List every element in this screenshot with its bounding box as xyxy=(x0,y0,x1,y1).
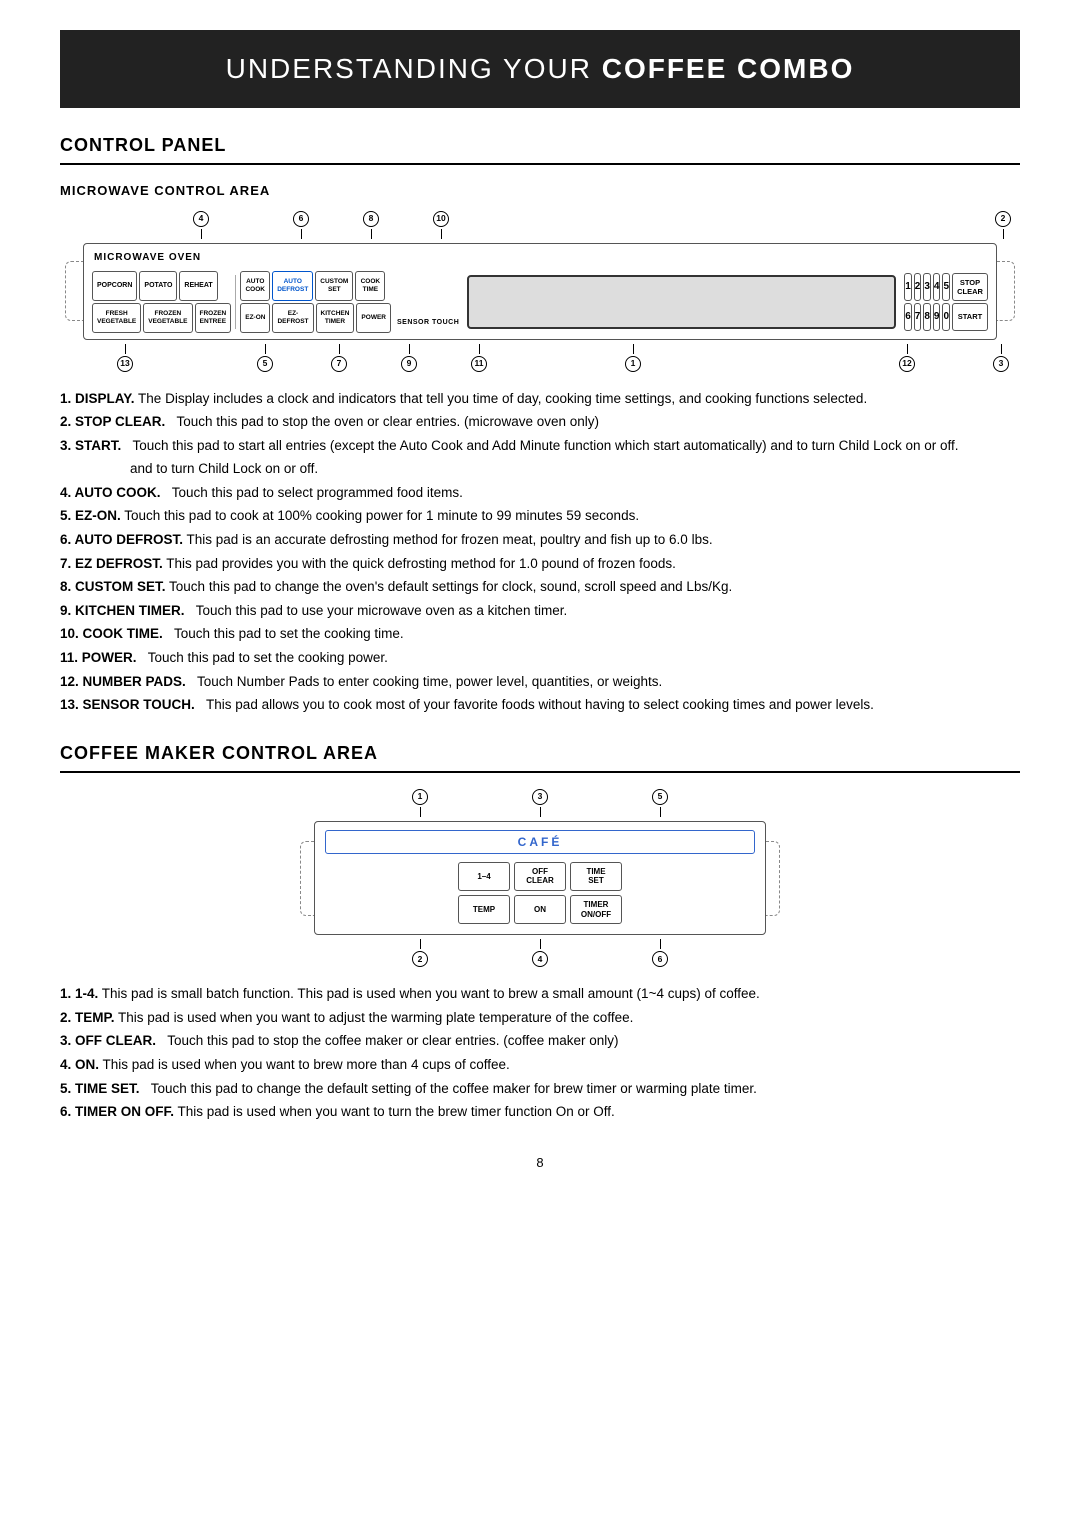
start-btn[interactable]: START xyxy=(952,303,988,331)
callout-3: 3 xyxy=(993,356,1009,372)
btn-popcorn[interactable]: POPCORN xyxy=(92,271,137,301)
desc-11: 11. POWER. Touch this pad to set the coo… xyxy=(60,647,1020,669)
btn-custom-set[interactable]: CUSTOMSET xyxy=(315,271,353,301)
cf-btn-time-set[interactable]: TIMESET xyxy=(570,862,622,891)
desc-2: 2. STOP CLEAR. Touch this pad to stop th… xyxy=(60,411,1020,433)
microwave-area-title: Microwave Control Area xyxy=(60,181,1020,201)
callout-7: 7 xyxy=(331,356,347,372)
cf-left-curve xyxy=(300,841,314,916)
num-8[interactable]: 8 xyxy=(923,303,931,331)
desc-5: 5. EZ-ON. Touch this pad to cook at 100%… xyxy=(60,505,1020,527)
page-number: 8 xyxy=(60,1153,1020,1173)
cf-btn-on[interactable]: ON xyxy=(514,895,566,924)
btn-auto-defrost[interactable]: AUTODEFROST xyxy=(272,271,313,301)
desc-10: 10. COOK TIME. Touch this pad to set the… xyxy=(60,623,1020,645)
coffee-panel-title: CAFÉ xyxy=(325,830,755,854)
cf-callout-2: 2 xyxy=(412,951,428,967)
desc-9: 9. KITCHEN TIMER. Touch this pad to use … xyxy=(60,600,1020,622)
cf-desc-4: 4. ON. This pad is used when you want to… xyxy=(60,1054,1020,1076)
cf-callout-4: 4 xyxy=(532,951,548,967)
page-header: Understanding Your Coffee Combo xyxy=(60,30,1020,108)
coffee-panel: CAFÉ 1–4 OFFCLEAR TIMESET TEMP ON TIMERO… xyxy=(314,821,766,935)
num-7[interactable]: 7 xyxy=(914,303,922,331)
coffee-descriptions: 1. 1-4. This pad is small batch function… xyxy=(60,983,1020,1123)
desc-1: 1. DISPLAY. The Display includes a clock… xyxy=(60,388,1020,410)
section1-title: Control Panel xyxy=(60,132,1020,165)
coffee-diagram: 1 3 5 CAFÉ 1–4 OFFCLEAR TIMESET TEMP ON … xyxy=(300,789,780,967)
callout-8: 8 xyxy=(363,211,379,227)
cf-desc-6: 6. TIMER ON OFF. This pad is used when y… xyxy=(60,1101,1020,1123)
btn-potato[interactable]: POTATO xyxy=(139,271,177,301)
desc-8: 8. CUSTOM SET. Touch this pad to change … xyxy=(60,576,1020,598)
header-light: Understanding Your xyxy=(226,53,602,84)
microwave-descriptions: 1. DISPLAY. The Display includes a clock… xyxy=(60,388,1020,716)
callout-1: 1 xyxy=(625,356,641,372)
cf-btn-off-clear[interactable]: OFFCLEAR xyxy=(514,862,566,891)
mw-left-curve xyxy=(65,261,83,321)
cf-callout-1: 1 xyxy=(412,789,428,805)
mw-right-curve xyxy=(997,261,1015,321)
cf-right-curve xyxy=(766,841,780,916)
cf-btn-1-4[interactable]: 1–4 xyxy=(458,862,510,891)
btn-fresh-veg[interactable]: FRESHVEGETABLE xyxy=(92,303,141,333)
btn-auto-cook[interactable]: AUTOCOOK xyxy=(240,271,270,301)
cf-callout-5: 5 xyxy=(652,789,668,805)
cf-desc-2: 2. TEMP. This pad is used when you want … xyxy=(60,1007,1020,1029)
cf-btn-timer-onoff[interactable]: TIMERON/OFF xyxy=(570,895,622,924)
section2-title: Coffee Maker Control Area xyxy=(60,740,1020,773)
desc-6: 6. AUTO DEFROST. This pad is an accurate… xyxy=(60,529,1020,551)
callout-13: 13 xyxy=(117,356,133,372)
desc-13: 13. SENSOR TOUCH. This pad allows you to… xyxy=(60,694,1020,716)
num-6[interactable]: 6 xyxy=(904,303,912,331)
callout-12: 12 xyxy=(899,356,915,372)
num-1[interactable]: 1 xyxy=(904,273,912,301)
num-2[interactable]: 2 xyxy=(914,273,922,301)
cf-desc-3: 3. OFF CLEAR. Touch this pad to stop the… xyxy=(60,1030,1020,1052)
btn-power[interactable]: POWER xyxy=(356,303,391,333)
btn-cook-time[interactable]: COOKTIME xyxy=(355,271,385,301)
btn-ez-defrost[interactable]: EZ-DEFROST xyxy=(272,303,313,333)
btn-frozen-entree[interactable]: FROZENENTREE xyxy=(195,303,232,333)
desc-3: 3. START. Touch this pad to start all en… xyxy=(60,435,1020,457)
num-4[interactable]: 4 xyxy=(933,273,941,301)
cf-desc-1: 1. 1-4. This pad is small batch function… xyxy=(60,983,1020,1005)
desc-7: 7. EZ DEFROST. This pad provides you wit… xyxy=(60,553,1020,575)
btn-kitchen-timer[interactable]: KITCHENTIMER xyxy=(316,303,355,333)
microwave-diagram: 4 6 8 10 2 MICROWAVE OVEN xyxy=(65,211,1015,372)
callout-11: 11 xyxy=(471,356,487,372)
stop-clear-btn[interactable]: STOPCLEAR xyxy=(952,273,988,301)
callout-4: 4 xyxy=(193,211,209,227)
num-9[interactable]: 9 xyxy=(933,303,941,331)
btn-reheat[interactable]: REHEAT xyxy=(179,271,217,301)
callout-9: 9 xyxy=(401,356,417,372)
mw-panel-title: MICROWAVE OVEN xyxy=(92,250,988,265)
desc-4b: 4. AUTO COOK. Touch this pad to select p… xyxy=(60,482,1020,504)
num-0[interactable]: 0 xyxy=(942,303,950,331)
desc-4: and to turn Child Lock on or off. xyxy=(60,458,1020,480)
num-5[interactable]: 5 xyxy=(942,273,950,301)
microwave-panel: MICROWAVE OVEN POPCORN POTATO REHEAT FRE… xyxy=(83,243,997,340)
header-bold: Coffee Combo xyxy=(602,53,855,84)
callout-10: 10 xyxy=(433,211,449,227)
cf-callout-6: 6 xyxy=(652,951,668,967)
callout-5: 5 xyxy=(257,356,273,372)
desc-12: 12. NUMBER PADS. Touch Number Pads to en… xyxy=(60,671,1020,693)
cf-callout-3: 3 xyxy=(532,789,548,805)
cf-btn-temp[interactable]: TEMP xyxy=(458,895,510,924)
num-3[interactable]: 3 xyxy=(923,273,931,301)
cf-desc-5: 5. TIME SET. Touch this pad to change th… xyxy=(60,1078,1020,1100)
sensor-touch-label: SENSOR TOUCH xyxy=(397,318,459,329)
btn-ez-on[interactable]: EZ-ON xyxy=(240,303,270,333)
callout-6: 6 xyxy=(293,211,309,227)
display-area xyxy=(467,275,896,329)
callout-2: 2 xyxy=(995,211,1011,227)
btn-frozen-veg[interactable]: FROZENVEGETABLE xyxy=(143,303,192,333)
